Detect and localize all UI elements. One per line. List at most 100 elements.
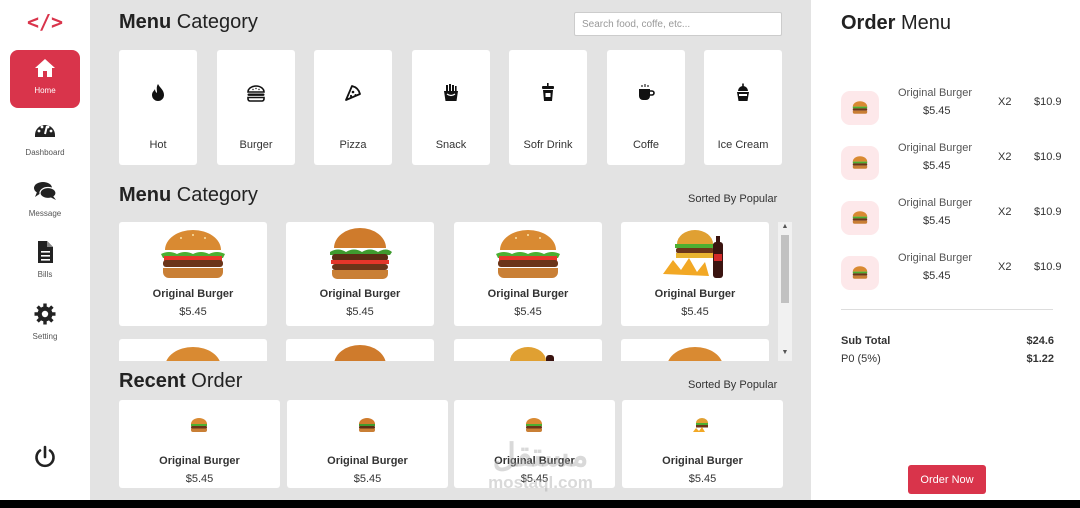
burger-image bbox=[359, 418, 375, 432]
fries-icon bbox=[444, 84, 458, 101]
scroll-thumb[interactable] bbox=[781, 235, 789, 303]
recent-item[interactable]: Original Burger $5.45 bbox=[119, 400, 280, 488]
dashboard-icon bbox=[35, 125, 55, 137]
page-title: Menu Category bbox=[119, 11, 258, 33]
menu-item[interactable]: Original Burger $5.45 bbox=[286, 222, 434, 326]
burger-image bbox=[166, 347, 220, 361]
order-item-name: Original Burger bbox=[898, 87, 972, 99]
menu-item[interactable] bbox=[454, 339, 602, 361]
menu-scrollbar[interactable]: ▲ ▼ bbox=[778, 222, 792, 361]
soft-drink-icon bbox=[542, 83, 554, 101]
recent-sort-dropdown[interactable]: Sorted By Popular bbox=[688, 379, 777, 391]
order-thumb bbox=[841, 201, 879, 235]
recent-item[interactable]: Original Burger $5.45 bbox=[622, 400, 783, 488]
tax-value: $1.22 bbox=[1026, 353, 1054, 365]
recent-item[interactable]: Original Burger $5.45 bbox=[287, 400, 448, 488]
order-title: Order Menu bbox=[841, 12, 952, 34]
order-item-qty: X2 bbox=[998, 151, 1012, 163]
item-price: $5.45 bbox=[185, 473, 214, 485]
item-name: Original Burger bbox=[152, 288, 234, 300]
category-hot[interactable]: Hot bbox=[119, 50, 197, 165]
category-label: Ice Cream bbox=[717, 139, 769, 151]
menu-heading: Menu Category bbox=[119, 184, 258, 206]
main-content: Menu Category Hot Burger Pizza Snack Sof… bbox=[90, 0, 811, 500]
category-coffee[interactable]: Coffe bbox=[607, 50, 685, 165]
burger-image bbox=[852, 156, 868, 169]
burger-combo-image bbox=[663, 230, 723, 278]
message-icon bbox=[34, 182, 57, 200]
burger-image bbox=[526, 418, 542, 432]
category-ice-cream[interactable]: Ice Cream bbox=[704, 50, 782, 165]
recent-heading: Recent Order bbox=[119, 370, 243, 392]
item-name: Original Burger bbox=[327, 455, 408, 467]
burger-combo-image bbox=[693, 418, 708, 432]
category-label: Snack bbox=[435, 139, 467, 151]
sidebar-item-bills[interactable]: Bills bbox=[10, 240, 80, 279]
category-burger[interactable]: Burger bbox=[217, 50, 295, 165]
subtotal-label: Sub Total bbox=[841, 335, 891, 347]
subtotal-row: Sub Total $24.6 bbox=[841, 335, 1054, 347]
order-item-total: $10.9 bbox=[1034, 96, 1062, 108]
category-label: Pizza bbox=[339, 139, 367, 151]
order-item-qty: X2 bbox=[998, 261, 1012, 273]
item-price: $5.45 bbox=[179, 306, 207, 318]
burger-image bbox=[852, 211, 868, 224]
tax-label: P0 (5%) bbox=[841, 353, 881, 365]
category-label: Hot bbox=[149, 139, 167, 151]
sidebar-item-label: Message bbox=[28, 209, 62, 218]
search-input[interactable] bbox=[574, 12, 782, 36]
order-line[interactable]: Original Burger $5.45 X2 $10.9 bbox=[841, 142, 1074, 182]
menu-sort-dropdown[interactable]: Sorted By Popular bbox=[688, 193, 777, 205]
order-item-price: $5.45 bbox=[923, 105, 951, 117]
category-snack[interactable]: Snack bbox=[412, 50, 490, 165]
item-price: $5.45 bbox=[688, 473, 717, 485]
order-item-total: $10.9 bbox=[1034, 206, 1062, 218]
power-icon bbox=[35, 445, 55, 468]
menu-item[interactable] bbox=[119, 339, 267, 361]
burger-image bbox=[161, 230, 225, 278]
order-thumb bbox=[841, 91, 879, 125]
order-line[interactable]: Original Burger $5.45 X2 $10.9 bbox=[841, 87, 1074, 127]
menu-item[interactable] bbox=[286, 339, 434, 361]
sidebar-item-dashboard[interactable]: Dashboard bbox=[10, 118, 80, 157]
burger-image bbox=[334, 345, 386, 361]
order-thumb bbox=[841, 256, 879, 290]
category-label: Coffe bbox=[632, 139, 660, 151]
menu-item[interactable]: Original Burger $5.45 bbox=[454, 222, 602, 326]
order-line[interactable]: Original Burger $5.45 X2 $10.9 bbox=[841, 197, 1074, 237]
order-now-button[interactable]: Order Now bbox=[908, 465, 986, 494]
menu-grid: Original Burger $5.45 Original Burger $5… bbox=[118, 222, 794, 361]
watermark: مستقل mostaql.com bbox=[488, 437, 593, 492]
sidebar-item-setting[interactable]: Setting bbox=[10, 302, 80, 341]
order-item-name: Original Burger bbox=[898, 142, 972, 154]
bills-icon bbox=[38, 241, 53, 263]
item-price: $5.45 bbox=[681, 306, 709, 318]
scroll-down-icon[interactable]: ▼ bbox=[778, 349, 792, 356]
sidebar-item-home[interactable]: Home bbox=[10, 50, 80, 108]
menu-item[interactable] bbox=[621, 339, 769, 361]
item-name: Original Burger bbox=[487, 288, 569, 300]
power-button[interactable] bbox=[0, 445, 90, 474]
fire-icon bbox=[152, 84, 164, 101]
sidebar-item-message[interactable]: Message bbox=[10, 179, 80, 218]
item-price: $5.45 bbox=[346, 306, 374, 318]
category-label: Sofr Drink bbox=[523, 139, 573, 151]
order-line[interactable]: Original Burger $5.45 X2 $10.9 bbox=[841, 252, 1074, 292]
order-item-price: $5.45 bbox=[923, 160, 951, 172]
burger-icon bbox=[247, 85, 265, 102]
burger-image bbox=[496, 230, 560, 278]
menu-item[interactable]: Original Burger $5.45 bbox=[119, 222, 267, 326]
category-pizza[interactable]: Pizza bbox=[314, 50, 392, 165]
sidebar-item-label: Dashboard bbox=[25, 148, 65, 157]
burger-image bbox=[852, 266, 868, 279]
menu-item[interactable]: Original Burger $5.45 bbox=[621, 222, 769, 326]
order-item-name: Original Burger bbox=[898, 197, 972, 209]
category-soft-drink[interactable]: Sofr Drink bbox=[509, 50, 587, 165]
burger-image bbox=[852, 101, 868, 114]
sidebar-item-label: Home bbox=[34, 86, 56, 95]
category-label: Burger bbox=[239, 139, 273, 151]
item-name: Original Burger bbox=[654, 288, 736, 300]
gear-icon bbox=[34, 303, 56, 325]
scroll-up-icon[interactable]: ▲ bbox=[778, 223, 792, 230]
logo[interactable]: </> bbox=[0, 10, 90, 34]
